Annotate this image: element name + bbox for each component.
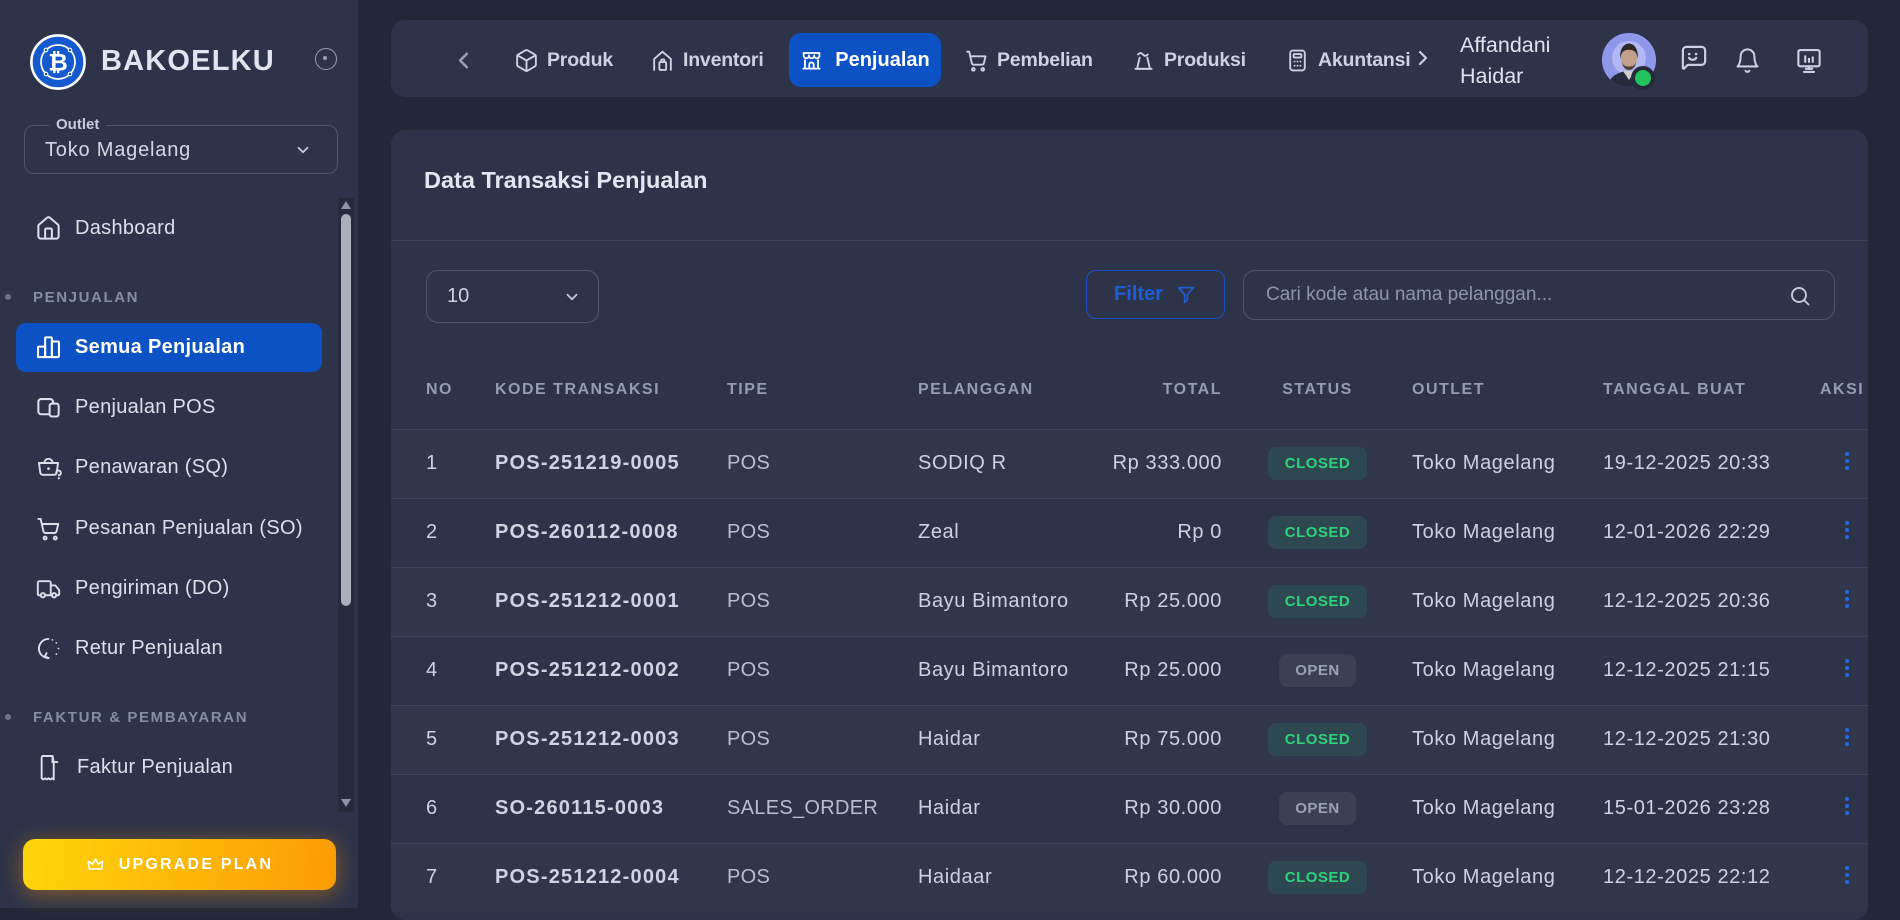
svg-text:₿: ₿ xyxy=(48,50,68,77)
